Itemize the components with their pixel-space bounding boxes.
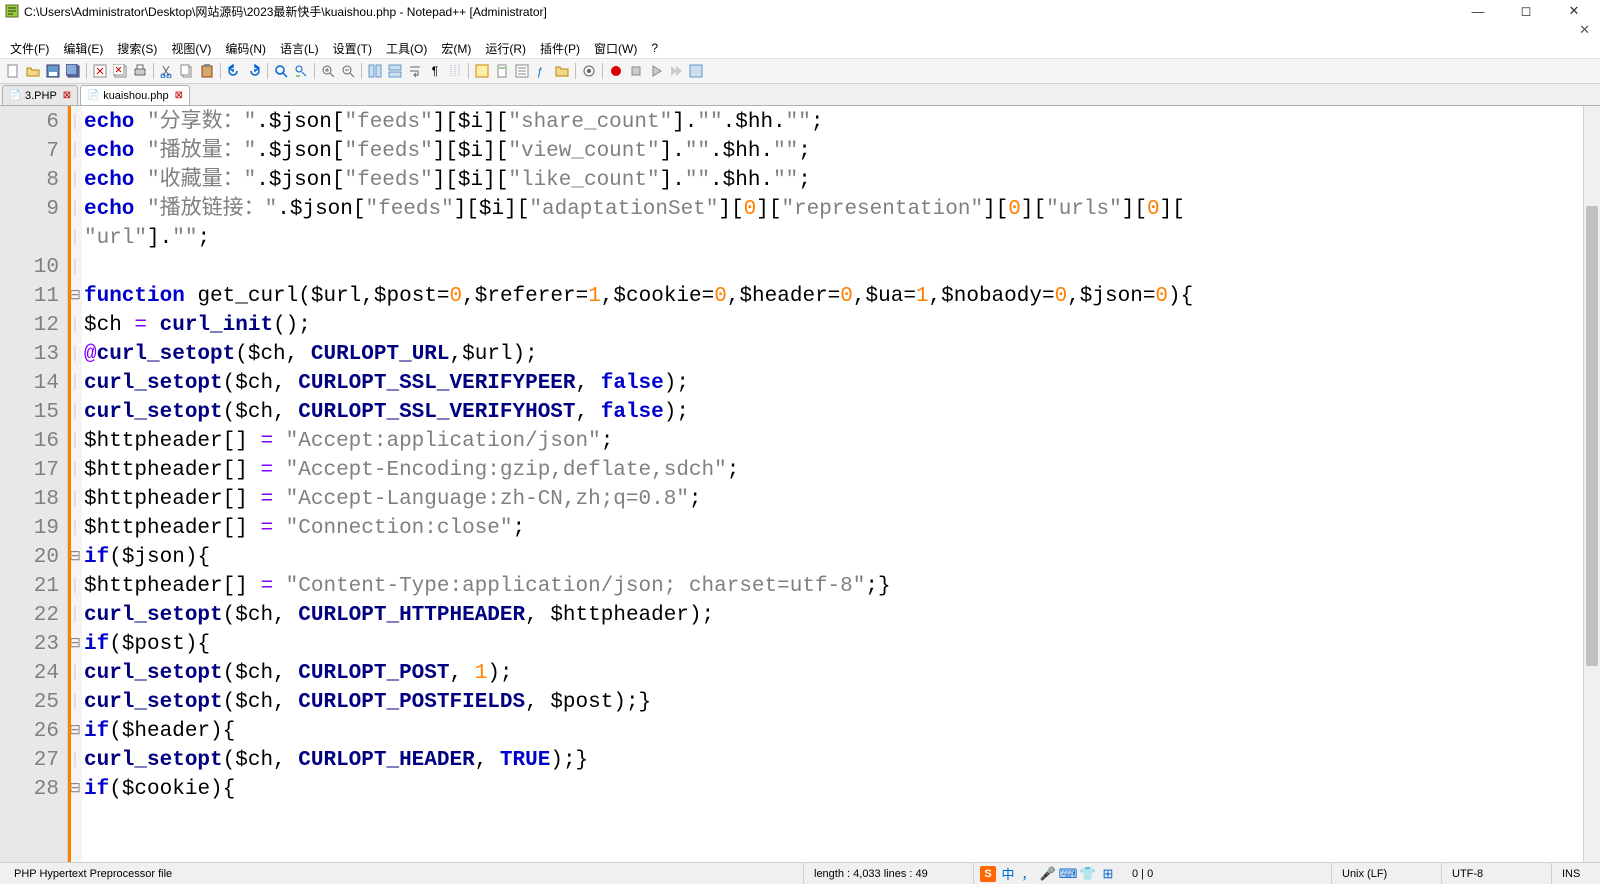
doc-map-icon[interactable]: [493, 62, 511, 80]
zoom-in-icon[interactable]: [319, 62, 337, 80]
doc-list-icon[interactable]: [513, 62, 531, 80]
tab-close-icon[interactable]: ⊠: [63, 90, 71, 101]
menu-search[interactable]: 搜索(S): [111, 39, 163, 58]
status-insert[interactable]: INS: [1552, 863, 1600, 884]
tabbar: 📄 3.PHP ⊠ 📄 kuaishou.php ⊠: [0, 84, 1600, 106]
menu-tools[interactable]: 工具(O): [380, 39, 433, 58]
menu-window[interactable]: 窗口(W): [588, 39, 643, 58]
maximize-button[interactable]: ◻: [1512, 1, 1540, 21]
editor[interactable]: 6789 10111213141516171819202122232425262…: [0, 106, 1600, 862]
close-file-icon[interactable]: [91, 62, 109, 80]
menu-file[interactable]: 文件(F): [4, 39, 55, 58]
find-icon[interactable]: [272, 62, 290, 80]
menu-plugins[interactable]: 插件(P): [534, 39, 586, 58]
sync-v-icon[interactable]: [366, 62, 384, 80]
close-all-icon[interactable]: [111, 62, 129, 80]
save-all-icon[interactable]: [64, 62, 82, 80]
sync-h-icon[interactable]: [386, 62, 404, 80]
save-icon[interactable]: [44, 62, 62, 80]
print-icon[interactable]: [131, 62, 149, 80]
tab-close-icon[interactable]: ⊠: [175, 90, 183, 101]
scroll-thumb[interactable]: [1586, 206, 1598, 666]
record-macro-icon[interactable]: [607, 62, 625, 80]
window-controls: — ◻ ✕: [1464, 1, 1596, 21]
zoom-out-icon[interactable]: [339, 62, 357, 80]
play-macro-icon[interactable]: [647, 62, 665, 80]
menu-edit[interactable]: 编辑(E): [57, 39, 109, 58]
svg-text:ƒ: ƒ: [537, 66, 543, 78]
show-chars-icon[interactable]: ¶: [426, 62, 444, 80]
menu-help[interactable]: ?: [645, 40, 664, 56]
lang-user-icon[interactable]: [473, 62, 491, 80]
code-area[interactable]: echo "分享数：".$json["feeds"][$i]["share_co…: [82, 106, 1600, 862]
file-icon: 📄: [9, 90, 21, 102]
undo-icon[interactable]: [225, 62, 243, 80]
tab-kuaishou-php[interactable]: 📄 kuaishou.php ⊠: [80, 85, 190, 105]
status-position: 0 | 0: [1122, 863, 1332, 884]
indent-guide-icon[interactable]: [446, 62, 464, 80]
open-file-icon[interactable]: [24, 62, 42, 80]
monitor-icon[interactable]: [580, 62, 598, 80]
titlebar: C:\Users\Administrator\Desktop\网站源码\2023…: [0, 0, 1600, 22]
fold-column[interactable]: ││││││⊟││││││││⊟││⊟││⊟│⊟: [68, 106, 82, 862]
play-multi-icon[interactable]: [667, 62, 685, 80]
window-title: C:\Users\Administrator\Desktop\网站源码\2023…: [24, 3, 1464, 20]
minimize-button[interactable]: —: [1464, 1, 1492, 21]
menu-encoding[interactable]: 编码(N): [219, 39, 272, 58]
menu-view[interactable]: 视图(V): [165, 39, 217, 58]
menu-settings[interactable]: 设置(T): [327, 39, 378, 58]
vertical-scrollbar[interactable]: [1583, 106, 1600, 862]
toolbar: ¶ ƒ: [0, 58, 1600, 84]
tab-label: 3.PHP: [25, 90, 57, 102]
wrap-icon[interactable]: [406, 62, 424, 80]
menubar: 文件(F) 编辑(E) 搜索(S) 视图(V) 编码(N) 语言(L) 设置(T…: [0, 38, 1600, 58]
statusbar: PHP Hypertext Preprocessor file length :…: [0, 862, 1600, 884]
tab-3-php[interactable]: 📄 3.PHP ⊠: [2, 85, 78, 105]
cut-icon[interactable]: [158, 62, 176, 80]
file-icon: 📄: [87, 90, 99, 102]
replace-icon[interactable]: [292, 62, 310, 80]
status-length: length : 4,033 lines : 49: [804, 863, 974, 884]
menu-run[interactable]: 运行(R): [479, 39, 532, 58]
stop-macro-icon[interactable]: [627, 62, 645, 80]
redo-icon[interactable]: [245, 62, 263, 80]
folder-icon[interactable]: [553, 62, 571, 80]
secondary-close-button[interactable]: ✕: [0, 22, 1600, 38]
status-encoding[interactable]: UTF-8: [1442, 863, 1552, 884]
tab-label: kuaishou.php: [103, 90, 168, 102]
paste-icon[interactable]: [198, 62, 216, 80]
new-file-icon[interactable]: [4, 62, 22, 80]
line-gutter: 6789 10111213141516171819202122232425262…: [0, 106, 68, 862]
app-icon: [4, 3, 20, 19]
status-filetype: PHP Hypertext Preprocessor file: [4, 863, 804, 884]
copy-icon[interactable]: [178, 62, 196, 80]
close-button[interactable]: ✕: [1560, 1, 1588, 21]
status-eol[interactable]: Unix (LF): [1332, 863, 1442, 884]
save-macro-icon[interactable]: [687, 62, 705, 80]
menu-language[interactable]: 语言(L): [274, 39, 325, 58]
menu-macro[interactable]: 宏(M): [435, 39, 477, 58]
func-list-icon[interactable]: ƒ: [533, 62, 551, 80]
